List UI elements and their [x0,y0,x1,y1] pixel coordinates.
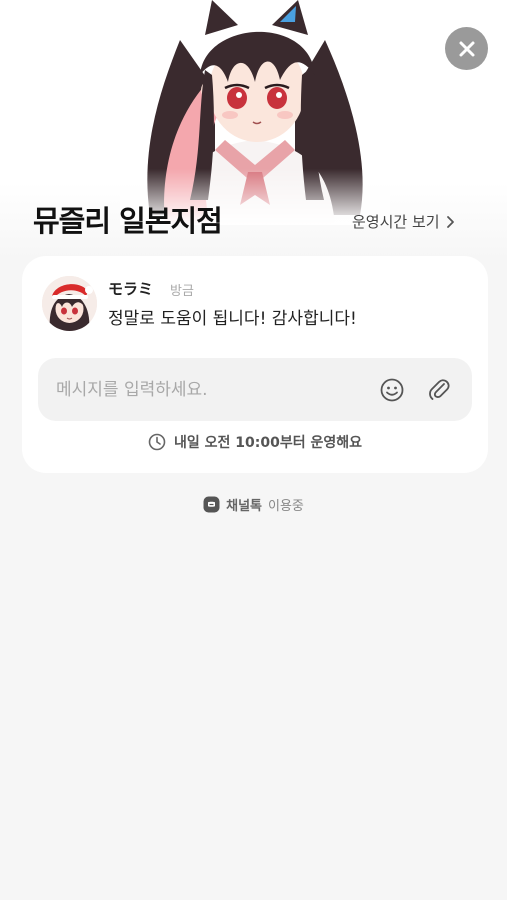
smiley-icon[interactable] [379,377,405,403]
character-illustration [120,0,390,225]
sender-name: モラミ [108,280,154,298]
operating-hours-note: 내일 오전 10:00부터 운영해요 [22,432,488,452]
footer-brand: 채널톡 [226,499,262,514]
paperclip-icon[interactable] [427,376,451,402]
chat-widget: 뮤즐리 일본지점 운영시간 보기 モラミ 방금 정말로 도움이 됩니다! 감사합… [0,0,507,900]
avatar [42,276,97,331]
message-input[interactable] [56,358,356,421]
powered-by-footer[interactable]: 채널톡 이용중 [0,495,507,514]
message-text: 정말로 도움이 됩니다! 감사합니다! [108,309,357,329]
message-input-box [38,358,472,421]
store-title: 뮤즐리 일본지점 [33,204,223,238]
close-button[interactable] [445,27,488,70]
hero-banner: 뮤즐리 일본지점 운영시간 보기 [0,0,507,260]
message-time: 방금 [170,284,194,299]
view-hours-label: 운영시간 보기 [352,213,440,231]
channel-talk-icon [203,496,220,513]
close-icon [459,41,474,56]
operating-hours-text: 내일 오전 10:00부터 운영해요 [174,435,362,451]
chat-card: モラミ 방금 정말로 도움이 됩니다! 감사합니다! 내일 오전 10:00부터… [22,256,488,473]
chevron-right-icon [446,215,454,228]
view-hours-link[interactable]: 운영시간 보기 [352,211,455,232]
clock-icon [148,433,166,451]
footer-suffix: 이용중 [268,499,304,514]
avatar-illustration [42,276,97,331]
